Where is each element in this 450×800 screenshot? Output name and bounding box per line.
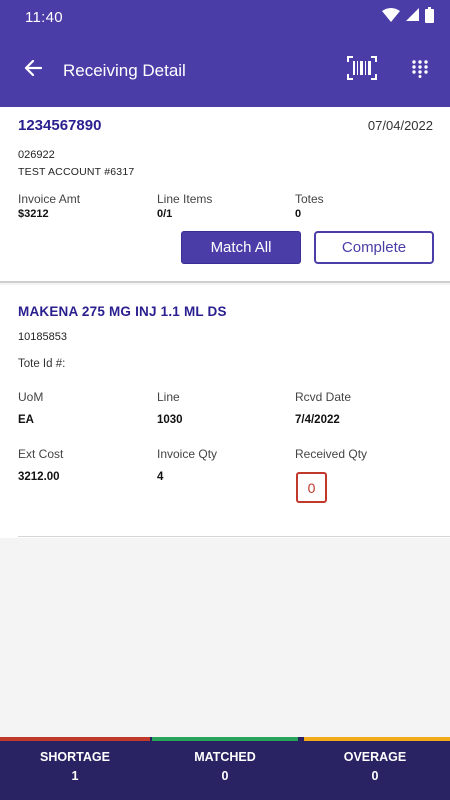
invoice-qty-value: 4	[157, 471, 164, 483]
totes-label: Totes	[295, 192, 324, 206]
back-button[interactable]	[0, 34, 64, 107]
barcode-scan-icon	[347, 55, 377, 85]
app-bar: Receiving Detail	[0, 34, 450, 107]
status-bar: 11:40	[0, 0, 450, 34]
invoice-qty-label: Invoice Qty	[157, 447, 218, 461]
shortage-tab[interactable]: SHORTAGE 1	[0, 737, 150, 800]
page-title: Receiving Detail	[63, 60, 186, 80]
totes-value: 0	[295, 208, 302, 220]
battery-icon	[425, 6, 434, 28]
shortage-label: SHORTAGE	[40, 750, 110, 764]
overage-label: OVERAGE	[343, 750, 407, 764]
received-date-label: Rcvd Date	[295, 390, 352, 404]
matched-count: 0	[221, 769, 229, 783]
uom-value: EA	[18, 414, 34, 426]
invoice-amount-value: $3212	[18, 208, 49, 220]
match-all-button[interactable]: Match All	[181, 231, 301, 264]
item-name: MAKENA 275 MG INJ 1.1 ML DS	[18, 304, 227, 319]
line-value: 1030	[157, 414, 183, 426]
received-qty-input[interactable]: 0	[296, 472, 327, 503]
item-divider	[18, 536, 450, 537]
shortage-count: 1	[71, 769, 79, 783]
tote-id-label: Tote Id #:	[18, 358, 66, 370]
item-ndc: 10185853	[18, 331, 67, 343]
line-items-value: 0/1	[157, 208, 173, 220]
line-label: Line	[157, 390, 180, 404]
matched-label: MATCHED	[194, 750, 256, 764]
invoice-date: 07/04/2022	[367, 118, 433, 133]
dialpad-icon	[412, 59, 428, 83]
keypad-button[interactable]	[405, 56, 435, 86]
arrow-left-icon	[24, 59, 43, 82]
wifi-icon	[382, 7, 400, 27]
overage-count: 0	[371, 769, 379, 783]
uom-label: UoM	[18, 390, 44, 404]
received-qty-label: Received Qty	[295, 447, 368, 461]
status-icons	[382, 6, 434, 28]
status-time: 11:40	[25, 8, 63, 26]
line-items-label: Line Items	[157, 192, 213, 206]
matched-tab[interactable]: MATCHED 0	[150, 737, 300, 800]
overage-tab[interactable]: OVERAGE 0	[300, 737, 450, 800]
signal-icon	[406, 8, 419, 26]
ext-cost-value: 3212.00	[18, 471, 60, 483]
account-id: 026922	[18, 149, 55, 161]
scan-barcode-button[interactable]	[346, 55, 378, 85]
account-name: TEST ACCOUNT #6317	[18, 166, 135, 178]
ext-cost-label: Ext Cost	[18, 447, 64, 461]
invoice-summary-card: 1234567890 07/04/2022 026922 TEST ACCOUN…	[0, 107, 450, 283]
invoice-amount-label: Invoice Amt	[18, 192, 81, 206]
line-item-card[interactable]: MAKENA 275 MG INJ 1.1 ML DS 10185853 Tot…	[0, 285, 450, 538]
complete-button[interactable]: Complete	[314, 231, 434, 264]
received-date-value: 7/4/2022	[295, 414, 340, 426]
summary-footer: SHORTAGE 1 MATCHED 0 OVERAGE 0	[0, 737, 450, 800]
invoice-number: 1234567890	[18, 117, 102, 134]
